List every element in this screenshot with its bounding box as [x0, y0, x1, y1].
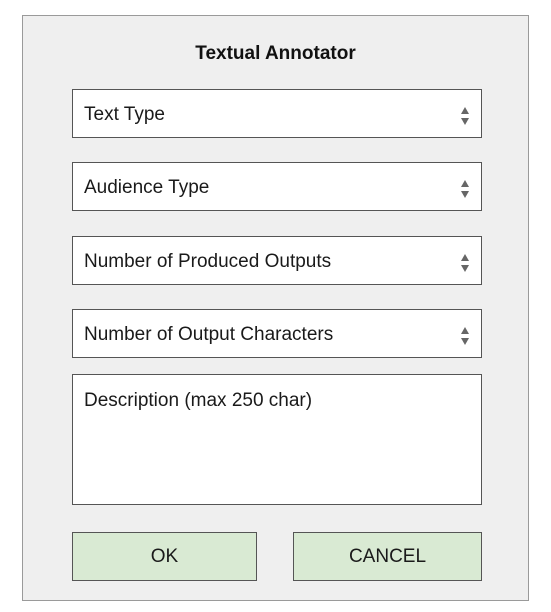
ok-button[interactable]: OK [72, 532, 257, 581]
produced-outputs-select[interactable]: Number of Produced Outputs [72, 236, 482, 285]
text-type-label: Text Type [84, 104, 165, 125]
updown-arrows-icon [461, 180, 469, 198]
dialog-title: Textual Annotator [195, 43, 356, 64]
produced-outputs-label: Number of Produced Outputs [84, 251, 332, 272]
description-placeholder: Description (max 250 char) [84, 390, 313, 411]
audience-type-label: Audience Type [84, 177, 210, 198]
updown-arrows-icon [461, 327, 469, 345]
description-textarea[interactable]: Description (max 250 char) [72, 374, 482, 505]
text-type-select[interactable]: Text Type [72, 89, 482, 138]
cancel-button[interactable]: CANCEL [293, 532, 482, 581]
audience-type-select[interactable]: Audience Type [72, 162, 482, 211]
updown-arrows-icon [461, 254, 469, 272]
output-characters-label: Number of Output Characters [84, 324, 334, 345]
updown-arrows-icon [461, 107, 469, 125]
textual-annotator-dialog: Textual Annotator Text Type Audience Typ… [22, 15, 529, 601]
output-characters-select[interactable]: Number of Output Characters [72, 309, 482, 358]
